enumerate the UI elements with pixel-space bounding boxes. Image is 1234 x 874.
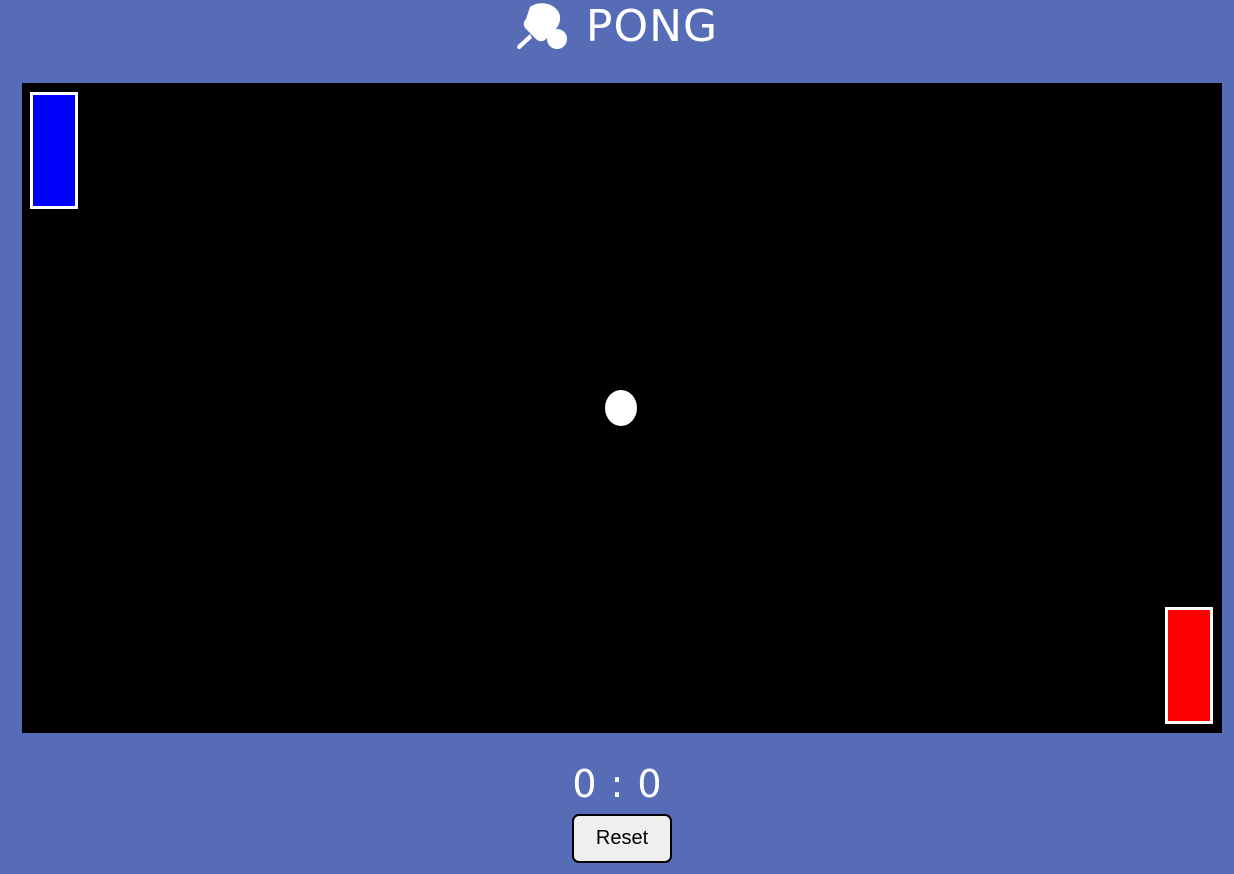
- ball: [605, 390, 637, 426]
- left-paddle: [30, 92, 78, 209]
- game-canvas[interactable]: [22, 83, 1222, 733]
- right-score: 0: [637, 762, 662, 806]
- title-bar: PONG: [0, 0, 1234, 54]
- score-separator: :: [610, 762, 624, 806]
- ping-pong-paddle-icon: [517, 3, 567, 50]
- page-title: PONG: [585, 1, 719, 52]
- right-paddle: [1165, 607, 1213, 724]
- pong-page: PONG 0:0 Reset: [0, 0, 1234, 874]
- scoreboard: 0:0: [0, 760, 1234, 808]
- reset-button[interactable]: Reset: [572, 814, 672, 863]
- left-score: 0: [572, 762, 597, 806]
